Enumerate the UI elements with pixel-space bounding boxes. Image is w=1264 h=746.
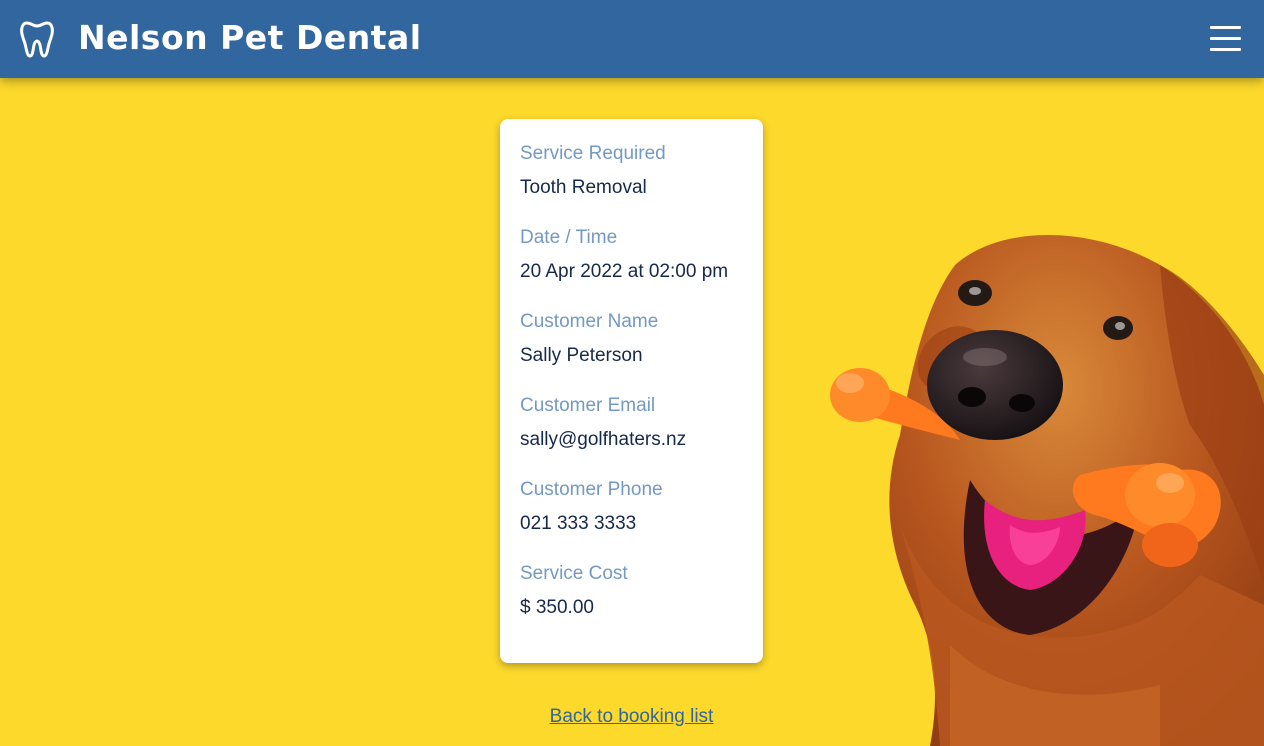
tooth-icon[interactable] (19, 20, 55, 58)
back-to-booking-list-link[interactable]: Back to booking list (500, 706, 763, 728)
service-cost-value: $ 350.00 (520, 597, 594, 618)
site-header: Nelson Pet Dental (0, 0, 1264, 78)
service-required-label: Service Required (520, 143, 666, 164)
service-required-value: Tooth Removal (520, 177, 647, 198)
customer-name-label: Customer Name (520, 311, 659, 332)
customer-email-label: Customer Email (520, 395, 656, 416)
date-time-value: 20 Apr 2022 at 02:00 pm (520, 261, 729, 282)
dog-with-bone-image (830, 235, 1264, 746)
date-time-label: Date / Time (520, 227, 618, 248)
booking-detail-card: Service Required Tooth Removal Date / Ti… (500, 119, 763, 663)
customer-phone-label: Customer Phone (520, 479, 663, 500)
customer-phone-value: 021 333 3333 (520, 513, 637, 534)
hamburger-menu-icon[interactable] (1209, 24, 1243, 54)
brand-title[interactable]: Nelson Pet Dental (78, 16, 422, 60)
customer-name-value: Sally Peterson (520, 345, 643, 366)
service-cost-label: Service Cost (520, 563, 628, 584)
customer-email-value: sally@golfhaters.nz (520, 429, 687, 450)
